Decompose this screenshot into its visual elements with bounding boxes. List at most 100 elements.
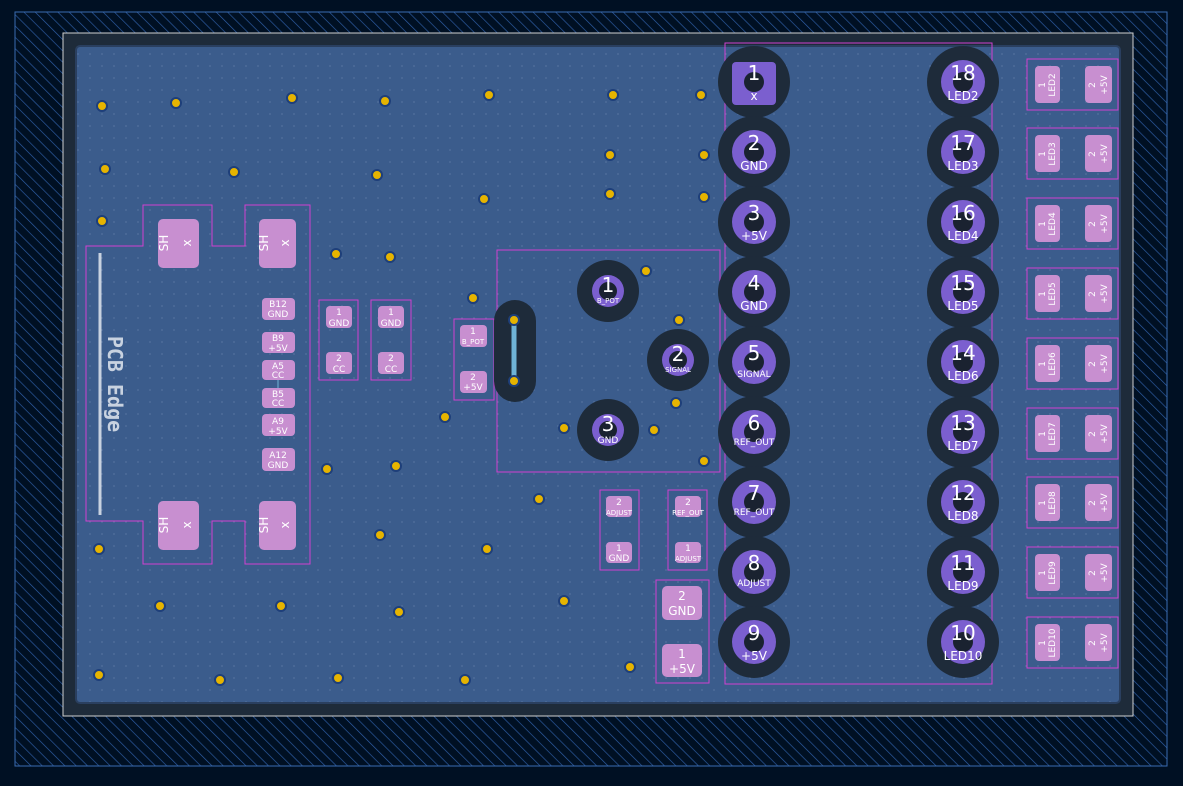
via [624, 661, 636, 673]
ic-pin[interactable]: 11 LED9 [927, 536, 999, 608]
svg-text:1: 1 [1038, 361, 1048, 367]
via [481, 543, 493, 555]
via [93, 669, 105, 681]
usb-pin-pad[interactable]: A5 CC [262, 360, 295, 381]
svg-text:GND: GND [329, 319, 350, 329]
svg-text:3: 3 [748, 201, 761, 225]
svg-text:B_POT: B_POT [462, 338, 485, 346]
via [508, 314, 520, 326]
svg-text:+5V: +5V [268, 427, 288, 437]
svg-text:ADJUST: ADJUST [737, 579, 771, 589]
svg-text:1: 1 [748, 61, 761, 85]
ic-pin[interactable]: 2 GND [718, 116, 790, 188]
ic-pin[interactable]: 15 LED5 [927, 256, 999, 328]
usb-pin-pad[interactable]: B9 +5V [262, 332, 295, 354]
svg-text:LED3: LED3 [1048, 142, 1058, 165]
ic-pin[interactable]: 10 LED10 [927, 606, 999, 678]
svg-text:LED2: LED2 [947, 89, 978, 103]
svg-text:4: 4 [748, 271, 761, 295]
svg-text:A9: A9 [272, 417, 284, 427]
svg-text:+5V: +5V [1100, 353, 1110, 373]
via [170, 97, 182, 109]
usb-shield-pad[interactable]: SH x [157, 501, 199, 550]
svg-text:5: 5 [748, 341, 761, 365]
pot-pin[interactable]: 1 B_POT [577, 260, 639, 322]
svg-text:GND: GND [668, 604, 696, 618]
svg-text:2: 2 [1088, 361, 1098, 367]
svg-text:GND: GND [740, 159, 768, 173]
resistor-pad[interactable]: 1 B_POT [460, 325, 487, 347]
resistor-pad[interactable]: 1 GND [326, 306, 352, 329]
ic-pin[interactable]: 7 REF_OUT [718, 466, 790, 538]
ic-pin[interactable]: 17 LED3 [927, 116, 999, 188]
svg-text:LED5: LED5 [1048, 282, 1058, 305]
svg-text:1: 1 [1038, 82, 1048, 88]
resistor-pad[interactable]: 2 +5V [460, 371, 487, 393]
pcb-canvas[interactable]: PCB Edge SH x SH x SH x SH x B12 GND B9 … [0, 0, 1183, 786]
via [332, 672, 344, 684]
pot-pin[interactable]: 3 GND [577, 399, 639, 461]
via [640, 265, 652, 277]
usb-pin-pad[interactable]: B5 CC [262, 388, 295, 409]
svg-text:REF_OUT: REF_OUT [672, 509, 704, 517]
via [330, 248, 342, 260]
svg-text:+5V: +5V [268, 344, 288, 354]
ic-pin[interactable]: 12 LED8 [927, 466, 999, 538]
part-pad[interactable]: 2 ADJUST [606, 496, 633, 517]
svg-text:CC: CC [385, 365, 398, 375]
usb-shield-pad[interactable]: SH x [257, 219, 296, 268]
resistor-pad[interactable]: 1 GND [378, 306, 404, 329]
svg-text:17: 17 [950, 131, 975, 155]
svg-text:LED4: LED4 [947, 229, 978, 243]
via [478, 193, 490, 205]
usb-pin-pad[interactable]: A9 +5V [262, 414, 295, 437]
svg-text:14: 14 [950, 341, 975, 365]
svg-text:LED9: LED9 [947, 579, 978, 593]
ic-pin[interactable]: 4 GND [718, 256, 790, 328]
cap-pad[interactable]: 1 +5V [662, 644, 702, 677]
ic-pin[interactable]: 13 LED7 [927, 396, 999, 468]
ic-pin[interactable]: 16 LED4 [927, 186, 999, 258]
via [483, 89, 495, 101]
ic-pin[interactable]: 9 +5V [718, 606, 790, 678]
resistor-pad[interactable]: 2 CC [378, 352, 404, 375]
part-pad[interactable]: 1 ADJUST [675, 542, 702, 563]
ic-pin[interactable]: 8 ADJUST [718, 536, 790, 608]
part-pad[interactable]: 2 REF_OUT [672, 496, 705, 517]
svg-text:3: 3 [602, 412, 615, 436]
via [96, 215, 108, 227]
svg-text:1: 1 [602, 273, 615, 297]
svg-text:+5V: +5V [1100, 423, 1110, 443]
svg-text:18: 18 [950, 61, 975, 85]
ic-pin[interactable]: 3 +5V [718, 186, 790, 258]
svg-text:SIGNAL: SIGNAL [737, 370, 770, 380]
svg-text:CC: CC [272, 399, 285, 409]
svg-text:6: 6 [748, 411, 761, 435]
svg-text:REF_OUT: REF_OUT [734, 438, 775, 448]
svg-text:SH: SH [257, 517, 271, 534]
via [321, 463, 333, 475]
svg-text:11: 11 [950, 551, 975, 575]
ic-pin[interactable]: 14 LED6 [927, 326, 999, 398]
via [384, 251, 396, 263]
usb-pin-pad[interactable]: B12 GND [262, 298, 295, 320]
pot-pin[interactable]: 2 SIGNAL [647, 329, 709, 391]
svg-text:LED7: LED7 [1048, 422, 1058, 445]
ic-pin[interactable]: 18 LED2 [927, 46, 999, 118]
ic-pin[interactable]: 5 SIGNAL [718, 326, 790, 398]
resistor-pad[interactable]: 2 CC [326, 352, 352, 375]
svg-text:+5V: +5V [463, 383, 483, 393]
part-pad[interactable]: 1 GND [606, 542, 632, 564]
ic-pin[interactable]: 6 REF_OUT [718, 396, 790, 468]
svg-text:10: 10 [950, 621, 975, 645]
svg-text:+5V: +5V [1100, 492, 1110, 512]
svg-text:LED6: LED6 [1048, 352, 1058, 376]
via [390, 460, 402, 472]
usb-pin-pad[interactable]: A12 GND [262, 448, 295, 471]
usb-shield-pad[interactable]: SH x [257, 501, 296, 550]
usb-shield-pad[interactable]: SH x [157, 219, 199, 268]
ic-pin-1[interactable]: 1 x [718, 46, 790, 118]
via [695, 89, 707, 101]
svg-text:2: 2 [1088, 500, 1098, 506]
cap-pad[interactable]: 2 GND [662, 586, 702, 620]
